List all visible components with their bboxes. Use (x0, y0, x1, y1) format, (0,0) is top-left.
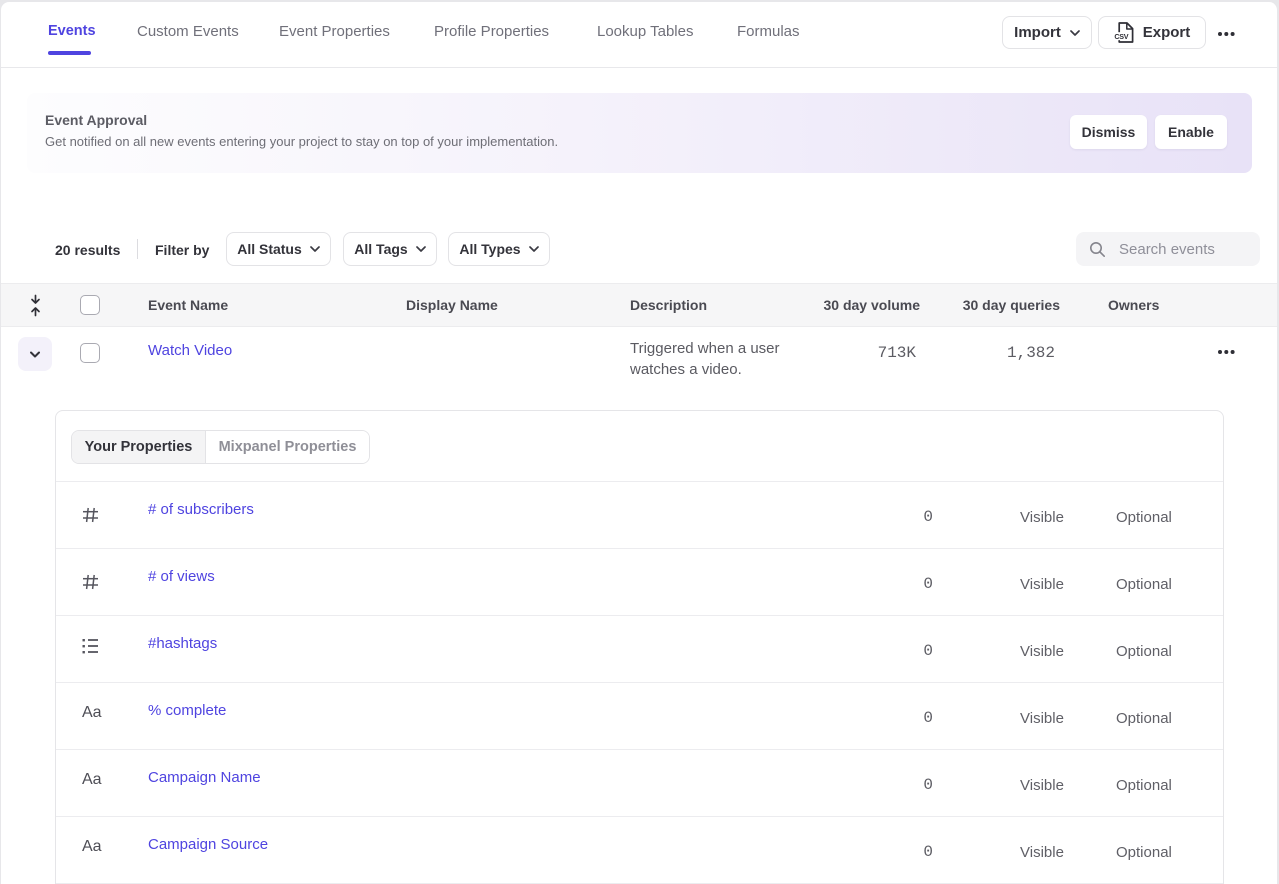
svg-text:CSV: CSV (1114, 32, 1128, 41)
